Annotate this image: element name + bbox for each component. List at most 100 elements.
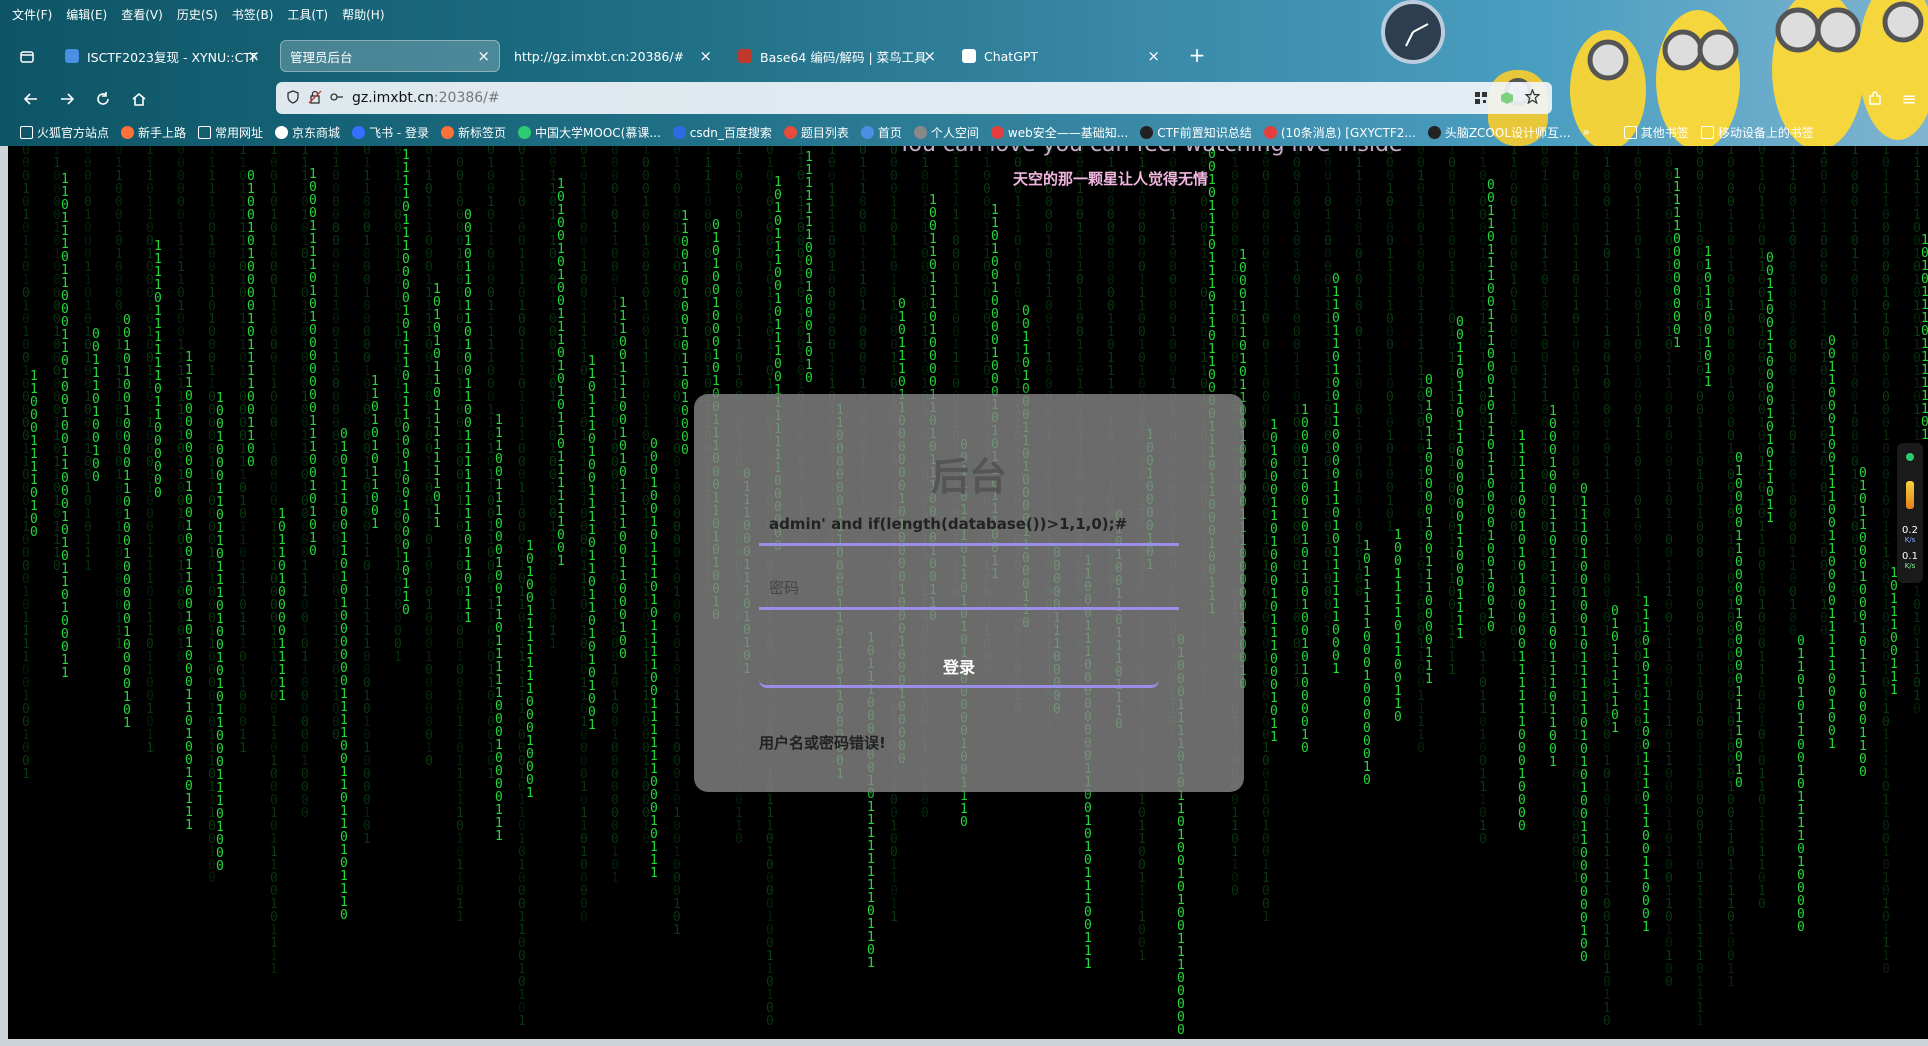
matrix-digit: 1	[1696, 1014, 1704, 1029]
browser-chrome: 文件(F) 编辑(E) 查看(V) 历史(S) 书签(B) 工具(T) 帮助(H…	[0, 0, 1928, 146]
matrix-digit: 1	[1270, 730, 1278, 745]
matrix-digit: 1	[1448, 663, 1456, 678]
matrix-digit: 0	[1479, 832, 1487, 847]
matrix-digit: 0	[247, 455, 255, 470]
bookmark-item[interactable]: 中国大学MOOC(慕课...	[518, 124, 661, 141]
menu-edit[interactable]: 编辑(E)	[66, 6, 107, 23]
matrix-digit: 1	[526, 786, 534, 801]
url-text[interactable]: gz.imxbt.cn:20386/#	[352, 90, 500, 106]
network-speed-widget[interactable]: 0.2 K/s 0.1 K/s	[1897, 443, 1923, 583]
matrix-digit: 1	[123, 716, 131, 731]
close-icon[interactable]: ×	[923, 47, 936, 65]
matrix-digit: 1	[1851, 611, 1859, 626]
bookmark-item[interactable]: (10条消息) [GXYCTF2...	[1263, 124, 1416, 141]
matrix-digit: 0	[1301, 741, 1309, 756]
tab-overview-icon[interactable]	[14, 44, 40, 70]
matrix-digit: 1	[456, 910, 464, 925]
bookmark-item[interactable]: 首页	[860, 124, 902, 141]
close-icon[interactable]: ×	[477, 47, 490, 65]
username-input[interactable]	[759, 506, 1179, 542]
bookmark-item[interactable]: csdn_百度搜索	[672, 124, 772, 141]
bookmark-item[interactable]: 移动设备上的书签	[1700, 124, 1814, 141]
menu-file[interactable]: 文件(F)	[12, 6, 52, 23]
qr-code-icon[interactable]	[1474, 90, 1488, 109]
bookmark-item[interactable]: 题目列表	[783, 124, 849, 141]
bookmark-item[interactable]: 飞书 - 登录	[352, 124, 429, 141]
folder-icon	[1623, 125, 1637, 139]
isctf-favicon-icon	[65, 49, 79, 63]
bookmark-item[interactable]: 个人空间	[913, 124, 979, 141]
matrix-digit: 1	[270, 962, 278, 977]
matrix-digit: 1	[1262, 910, 1270, 925]
matrix-digit: 1	[1084, 957, 1092, 972]
close-icon[interactable]: ×	[699, 47, 712, 65]
globe-icon	[275, 125, 289, 139]
bookmark-item[interactable]: 常用网址	[198, 124, 263, 141]
back-arrow-icon[interactable]	[18, 86, 44, 112]
mooc-icon	[518, 125, 532, 139]
key-icon[interactable]	[330, 89, 344, 108]
extensions-icon[interactable]	[1862, 86, 1888, 112]
address-bar[interactable]: gz.imxbt.cn:20386/#	[276, 82, 1552, 114]
menu-history[interactable]: 历史(S)	[177, 6, 218, 23]
reload-icon[interactable]	[90, 86, 116, 112]
matrix-digit: 0	[642, 832, 650, 847]
bookmark-item[interactable]: 京东商城	[275, 124, 340, 141]
close-icon[interactable]: ×	[247, 47, 260, 65]
matrix-digit: 1	[464, 611, 472, 626]
matrix-digit: 0	[766, 1014, 774, 1029]
matrix-digit: 1	[1425, 672, 1433, 687]
matrix-digit: 1	[867, 956, 875, 971]
tab-isctf[interactable]: ISCTF2023复现 - XYNU::CTF ×	[55, 40, 270, 72]
runoob-favicon-icon	[738, 49, 752, 63]
extension-hex-icon[interactable]	[1500, 90, 1514, 109]
matrix-digit: 0	[681, 443, 689, 458]
login-form: 后台 登录 用户名或密码错误!	[694, 394, 1244, 792]
matrix-digit: 1	[22, 767, 30, 782]
csdn-icon	[990, 125, 1004, 139]
matrix-digit: 0	[1363, 773, 1371, 788]
new-tab-plus-icon[interactable]: +	[1184, 42, 1210, 68]
matrix-digit: 1	[1138, 949, 1146, 964]
password-input[interactable]	[759, 570, 1179, 606]
matrix-digit: 1	[433, 516, 441, 531]
bookmark-item[interactable]: 其他书签	[1623, 124, 1689, 141]
login-button[interactable]: 登录	[759, 646, 1159, 688]
matrix-digit: 0	[1487, 620, 1495, 635]
menu-help[interactable]: 帮助(H)	[342, 6, 384, 23]
shield-icon[interactable]	[286, 89, 300, 108]
menu-view[interactable]: 查看(V)	[121, 6, 163, 23]
bookmark-item[interactable]: 新标签页	[441, 124, 506, 141]
matrix-digit: 1	[146, 741, 154, 756]
matrix-digit: 0	[154, 486, 162, 501]
matrix-digit: 1	[1456, 627, 1464, 642]
tab-chatgpt[interactable]: ChatGPT ×	[952, 40, 1170, 72]
bookmark-item[interactable]: CTF前置知识总结	[1140, 124, 1252, 141]
bookmark-item[interactable]: web安全——基础知...	[990, 124, 1128, 141]
matrix-digit: 1	[1828, 737, 1836, 752]
forward-arrow-icon[interactable]	[54, 86, 80, 112]
hamburger-menu-icon[interactable]: ≡	[1896, 86, 1922, 112]
matrix-digit: 1	[650, 866, 658, 881]
home-icon[interactable]	[126, 86, 152, 112]
tab-admin-panel[interactable]: 管理员后台 ×	[280, 40, 500, 72]
matrix-digit: 1	[363, 832, 371, 847]
menu-tools[interactable]: 工具(T)	[287, 6, 328, 23]
close-icon[interactable]: ×	[1147, 47, 1160, 65]
bookmarks-overflow-chevron-icon[interactable]: »	[1582, 125, 1589, 139]
lyrics-banner-line2: 天空的那一颗星让人觉得无情	[1013, 170, 1209, 188]
matrix-digit: 0	[1580, 950, 1588, 965]
menu-bookmarks[interactable]: 书签(B)	[232, 6, 274, 23]
folder-icon	[198, 125, 212, 139]
username-field-wrapper	[759, 506, 1179, 546]
tab-base64[interactable]: Base64 编码/解码 | 菜鸟工具 ×	[728, 40, 946, 72]
tab-gz-url[interactable]: http://gz.imxbt.cn:20386/# ×	[504, 40, 722, 72]
bookmark-item[interactable]: 火狐官方站点	[20, 124, 109, 141]
lock-insecure-icon[interactable]	[308, 89, 322, 108]
bookmark-item[interactable]: 新手上路	[121, 124, 186, 141]
matrix-digit: 1	[1642, 920, 1650, 935]
bookmark-star-icon[interactable]	[1524, 88, 1541, 108]
bookmark-item[interactable]: 头脑ZCOOL设计师互...	[1427, 124, 1570, 141]
matrix-digit: 1	[518, 1014, 526, 1029]
status-dot-icon	[1906, 453, 1914, 461]
